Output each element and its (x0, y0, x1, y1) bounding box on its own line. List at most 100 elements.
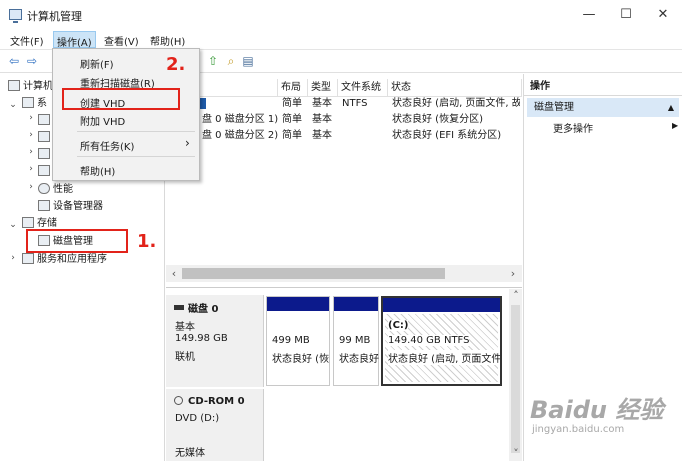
partition-recovery[interactable]: 499 MB 状态良好 (恢 (266, 296, 330, 386)
tree-collapsed-chevron-icon[interactable]: › (26, 182, 36, 192)
scroll-up-icon[interactable]: ˄ (509, 289, 523, 302)
vertical-scrollbar[interactable]: ˄ ˅ (509, 289, 522, 461)
column-header-type[interactable]: 类型 (308, 79, 338, 97)
annotation-step-1: 1. (137, 231, 157, 252)
watermark-url: jingyan.baidu.com (532, 424, 625, 435)
scroll-left-icon[interactable]: ‹ (167, 267, 181, 280)
column-header-layout[interactable]: 布局 (278, 79, 308, 97)
tree-item-shared-folders[interactable] (38, 146, 53, 163)
tree-expanded-chevron-icon[interactable]: ⌄ (8, 100, 18, 110)
watermark-brand: Baidu 经验 (530, 396, 664, 424)
tree-collapsed-chevron-icon[interactable]: › (26, 130, 36, 140)
scrollbar-thumb[interactable] (511, 305, 520, 453)
partition-status: 状态良好 (339, 354, 379, 365)
scrollbar-thumb[interactable] (182, 268, 445, 279)
partition-size: 149.40 GB NTFS (388, 335, 470, 346)
volume-layout: 简单 (282, 130, 302, 141)
tree-item-root[interactable]: 计算机 (8, 78, 53, 95)
tree-item-services[interactable]: 服务和应用程序 (22, 251, 107, 268)
menu-bar: 文件(F) 操作(A) 查看(V) 帮助(H) (0, 30, 682, 49)
menu-file[interactable]: 文件(F) (10, 33, 44, 48)
table-row[interactable]: 简单 基本 NTFS 状态良好 (启动, 页面文件, 故 (166, 96, 522, 111)
tree-system-label: 系 (37, 98, 47, 109)
tree-collapsed-chevron-icon[interactable]: › (26, 113, 36, 123)
column-header-status[interactable]: 状态 (388, 79, 522, 97)
storage-icon (22, 217, 34, 228)
menu-item-all-tasks[interactable]: 所有任务(K) (80, 138, 134, 153)
event-viewer-icon (38, 131, 50, 142)
cdrom-icon (174, 396, 183, 405)
partition-header-bar (267, 297, 329, 311)
scroll-right-icon[interactable]: › (506, 267, 520, 280)
tree-item-scheduler[interactable] (38, 112, 53, 129)
disk-map: 磁盘 0 基本 149.98 GB 联机 499 MB 状态良好 (恢 99 M… (166, 289, 522, 461)
scroll-down-icon[interactable]: ˅ (509, 447, 523, 460)
minimize-button[interactable]: — (571, 4, 607, 26)
device-manager-icon (38, 200, 50, 211)
menu-item-refresh[interactable]: 刷新(F) (80, 56, 114, 71)
disk-0-state: 联机 (175, 352, 195, 363)
partition-size: 99 MB (339, 335, 371, 346)
tree-root-label: 计算机 (23, 81, 53, 92)
window-title: 计算机管理 (27, 10, 82, 23)
submenu-right-icon[interactable]: ▶ (672, 121, 678, 130)
menu-separator (77, 156, 195, 157)
search-folder-icon[interactable]: ⌕ (223, 54, 239, 69)
column-header-filesystem[interactable]: 文件系统 (338, 79, 388, 97)
menu-help[interactable]: 帮助(H) (150, 33, 185, 48)
volume-type: 基本 (312, 98, 332, 109)
tree-item-users[interactable] (38, 163, 53, 180)
table-row[interactable]: 盘 0 磁盘分区 2) 简单 基本 状态良好 (EFI 系统分区) (166, 128, 522, 143)
partition-c[interactable]: (C:) 149.40 GB NTFS 状态良好 (启动, 页面文件 (381, 296, 502, 386)
actions-section-disk-management[interactable]: 磁盘管理 ▲ (527, 98, 679, 117)
tree-expanded-chevron-icon[interactable]: ⌄ (8, 220, 18, 230)
tree-item-performance[interactable]: 性能 (38, 181, 73, 198)
maximize-button[interactable]: ☐ (608, 4, 644, 26)
disk-icon (174, 305, 184, 310)
tree-item-system[interactable]: 系 (22, 95, 47, 112)
computer-icon (8, 80, 20, 91)
horizontal-scrollbar[interactable]: ‹ › (166, 265, 522, 282)
performance-icon (38, 183, 50, 194)
close-button[interactable]: ✕ (645, 4, 681, 26)
up-level-icon[interactable]: ⇧ (205, 54, 221, 69)
partition-header-bar (334, 297, 378, 311)
highlight-disk-management (26, 229, 128, 253)
tree-item-eventviewer[interactable] (38, 129, 53, 146)
actions-header: 操作 (524, 77, 682, 96)
disk-0-kind: 基本 (175, 322, 195, 333)
menu-item-help[interactable]: 帮助(H) (80, 163, 115, 178)
partition-label: (C:) (388, 320, 409, 331)
volume-name: 盘 0 磁盘分区 1) (202, 114, 279, 125)
tree-collapsed-chevron-icon[interactable]: › (26, 164, 36, 174)
tree-perf-label: 性能 (53, 184, 73, 195)
tree-collapsed-chevron-icon[interactable]: › (26, 147, 36, 157)
more-actions-label: 更多操作 (553, 124, 593, 135)
partition-efi[interactable]: 99 MB 状态良好 (333, 296, 379, 386)
submenu-chevron-icon: › (185, 136, 190, 150)
partition-header-bar (383, 298, 500, 312)
back-arrow-icon[interactable]: ⇦ (6, 54, 22, 69)
disk-0-title: 磁盘 0 (174, 300, 218, 315)
menu-action[interactable]: 操作(A) (53, 31, 96, 49)
menu-separator (77, 131, 195, 132)
users-icon (38, 165, 50, 176)
collapse-up-icon[interactable]: ▲ (668, 98, 674, 117)
tree-item-device-manager[interactable]: 设备管理器 (38, 198, 103, 215)
more-actions-item[interactable]: 更多操作 (553, 120, 593, 135)
disk-0-label[interactable]: 磁盘 0 基本 149.98 GB 联机 (166, 295, 264, 387)
tree-collapsed-chevron-icon[interactable]: › (8, 253, 18, 263)
menu-item-attach-vhd[interactable]: 附加 VHD (80, 113, 125, 128)
table-row[interactable]: 盘 0 磁盘分区 1) 简单 基本 状态良好 (恢复分区) (166, 112, 522, 127)
services-icon (22, 253, 34, 264)
menu-view[interactable]: 查看(V) (104, 33, 139, 48)
volume-layout: 简单 (282, 98, 302, 109)
properties-icon[interactable]: ▤ (240, 54, 256, 69)
actions-section-label: 磁盘管理 (534, 102, 574, 113)
disk-0-size: 149.98 GB (175, 333, 228, 344)
cdrom-0-label[interactable]: CD-ROM 0 DVD (D:) 无媒体 (166, 389, 264, 461)
volume-type: 基本 (312, 114, 332, 125)
highlight-create-vhd (62, 88, 180, 110)
forward-arrow-icon[interactable]: ⇨ (24, 54, 40, 69)
volume-type: 基本 (312, 130, 332, 141)
